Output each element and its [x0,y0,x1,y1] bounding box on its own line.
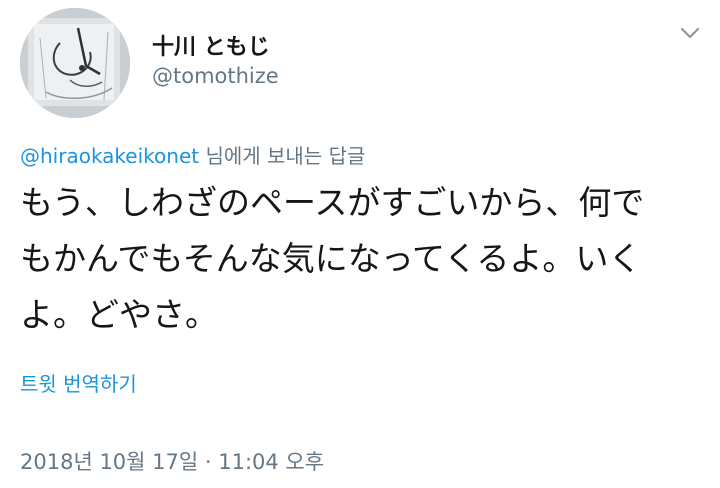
display-name[interactable]: 十川 ともじ [152,29,270,61]
avatar-image [20,8,130,118]
user-handle[interactable]: @tomothize [152,64,279,88]
reply-context: @hiraokakeikonet 님에게 보내는 답글 [20,140,365,169]
reply-context-suffix: 님에게 보내는 답글 [199,144,366,168]
tweet-text-line: よ。どやさ。 [20,295,218,334]
tweet-timestamp[interactable]: 2018년 10월 17일 · 11:04 오후 [20,446,324,476]
reply-mention-link[interactable]: @hiraokakeikonet [20,144,199,168]
tweet-detail: 十川 ともじ @tomothize @hiraokakeikonet 님에게 보… [0,0,720,488]
translate-tweet-link[interactable]: 트윗 번역하기 [20,368,137,397]
avatar[interactable] [20,8,130,118]
tweet-text-line: もかんでもそんな気になってくるよ。いく [20,239,642,278]
tweet-text-line: もう、しわざのペースがすごいから、何で [20,183,645,222]
tweet-text: もう、しわざのペースがすごいから、何で もかんでもそんな気になってくるよ。いく … [20,175,710,343]
chevron-down-icon[interactable] [676,22,704,44]
